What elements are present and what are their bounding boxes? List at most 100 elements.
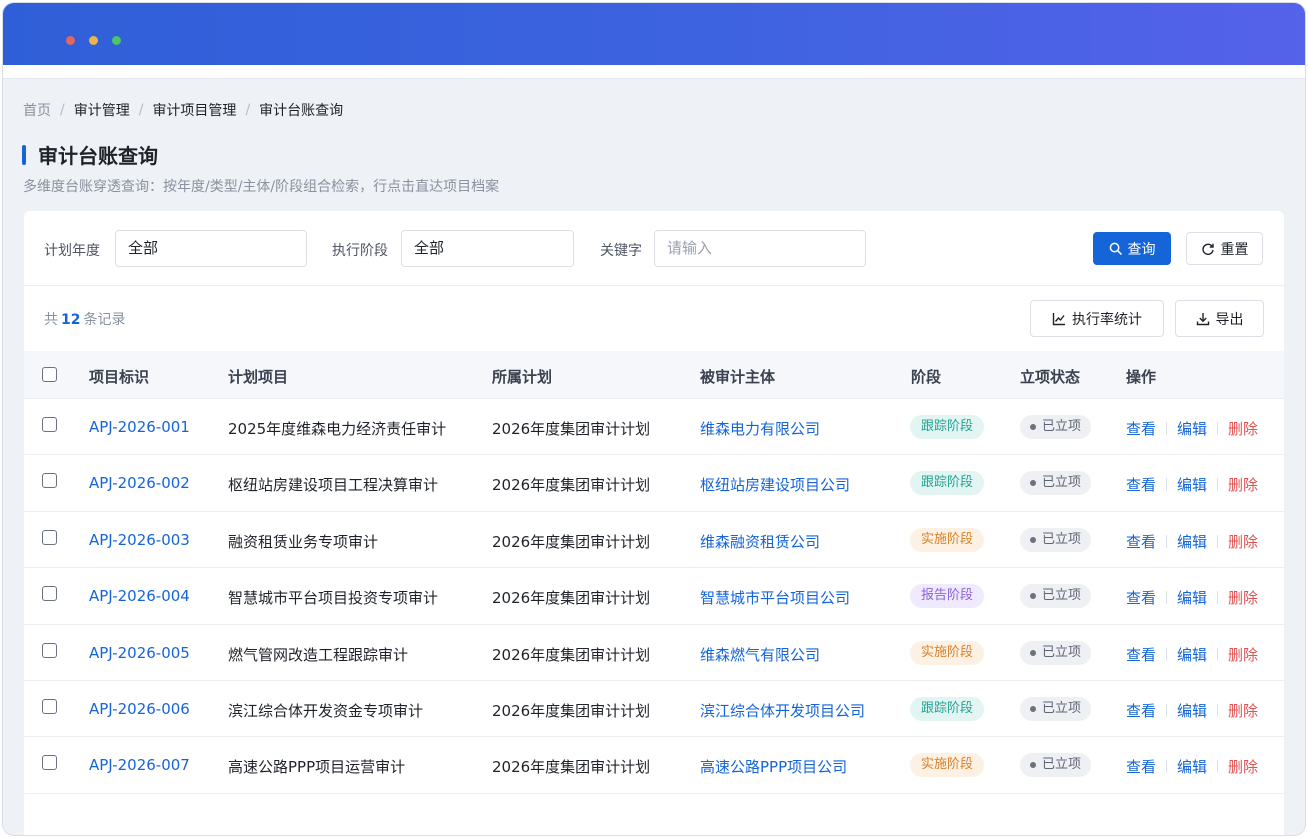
table-row[interactable]: APJ-2026-002 枢纽站房建设项目工程决算审计 2026年度集团审计计划 枢纽… <box>24 455 1284 512</box>
project-id-link[interactable]: APJ-2026-004 <box>89 587 190 605</box>
row-checkbox[interactable] <box>42 417 57 432</box>
stage-badge: 跟踪阶段 <box>910 415 985 439</box>
keyword-input[interactable]: 请输入 <box>654 230 866 267</box>
project-id-link[interactable]: APJ-2026-001 <box>89 418 190 436</box>
row-actions: 查看 编辑 删除 <box>1126 644 1258 665</box>
delete-action[interactable]: 删除 <box>1228 531 1258 552</box>
delete-action[interactable]: 删除 <box>1228 418 1258 439</box>
record-count-prefix: 共 <box>44 312 58 328</box>
status-label: 已立项 <box>1042 644 1082 660</box>
table-row[interactable]: APJ-2026-006 滨江综合体开发资金专项审计 2026年度集团审计计划 滨江综… <box>24 681 1284 738</box>
edit-action[interactable]: 编辑 <box>1177 474 1207 495</box>
delete-action[interactable]: 删除 <box>1228 644 1258 665</box>
row-checkbox[interactable] <box>42 642 57 658</box>
edit-action[interactable]: 编辑 <box>1177 644 1207 665</box>
edit-action[interactable]: 编辑 <box>1177 756 1207 777</box>
export-button[interactable]: 导出 <box>1175 300 1264 337</box>
view-action[interactable]: 查看 <box>1126 418 1156 439</box>
row-checkbox[interactable] <box>42 473 57 489</box>
status-dot <box>1030 649 1036 656</box>
row-actions: 查看 编辑 删除 <box>1126 418 1258 439</box>
project-id-link[interactable]: APJ-2026-002 <box>89 474 190 492</box>
project-id-link[interactable]: APJ-2026-003 <box>89 531 190 549</box>
refresh-icon <box>1201 242 1215 256</box>
view-action[interactable]: 查看 <box>1126 587 1156 608</box>
edit-action[interactable]: 编辑 <box>1177 531 1207 552</box>
status-dot <box>1030 424 1036 430</box>
maximize-window-dot[interactable] <box>112 36 121 45</box>
reset-button[interactable]: 重置 <box>1186 232 1263 265</box>
project-id-link[interactable]: APJ-2026-007 <box>89 756 190 774</box>
reset-button-label: 重置 <box>1220 241 1249 258</box>
page-heading: 审计台账查询 <box>22 140 158 169</box>
breadcrumb-home[interactable]: 首页 <box>23 100 51 120</box>
edit-action[interactable]: 编辑 <box>1177 700 1207 721</box>
status-dot <box>1030 593 1036 600</box>
audited-entity-link[interactable]: 高速公路PPP项目公司 <box>700 756 847 777</box>
select-all-checkbox[interactable] <box>42 367 57 382</box>
project-id-link[interactable]: APJ-2026-006 <box>89 700 190 718</box>
audited-entity-link[interactable]: 维森燃气有限公司 <box>700 644 820 665</box>
stage-filter-select[interactable]: 全部 <box>401 230 574 267</box>
delete-action[interactable]: 删除 <box>1228 700 1258 721</box>
breadcrumb-separator: / <box>60 102 65 118</box>
view-action[interactable]: 查看 <box>1126 756 1156 777</box>
stage-badge: 实施阶段 <box>910 640 985 665</box>
close-window-dot[interactable] <box>66 36 75 45</box>
minimize-window-dot[interactable] <box>89 36 98 45</box>
action-divider <box>1217 534 1219 548</box>
year-filter-select[interactable]: 全部 <box>115 230 307 267</box>
ledger-card: 计划年度 全部 执行阶段 全部 关键字 请输入 查询 重置 共 12 条记录 执… <box>24 211 1284 835</box>
table-row[interactable]: APJ-2026-004 智慧城市平台项目投资专项审计 2026年度集团审计计划 智慧… <box>24 568 1284 625</box>
view-action[interactable]: 查看 <box>1126 700 1156 721</box>
line-chart-icon <box>1052 312 1066 326</box>
query-button[interactable]: 查询 <box>1093 232 1171 265</box>
status-badge: 已立项 <box>1020 640 1092 665</box>
parent-plan-cell: 2026年度集团审计计划 <box>492 476 651 495</box>
top-strip <box>3 65 1305 79</box>
view-action[interactable]: 查看 <box>1126 474 1156 495</box>
status-label: 已立项 <box>1042 588 1082 604</box>
plan-project-cell: 滨江综合体开发资金专项审计 <box>228 701 424 720</box>
table-row[interactable]: APJ-2026-007 高速公路PPP项目运营审计 2026年度集团审计计划 高速公… <box>24 737 1284 794</box>
row-checkbox[interactable] <box>42 586 57 602</box>
plan-project-cell: 高速公路PPP项目运营审计 <box>228 758 406 777</box>
table-row[interactable]: APJ-2026-003 融资租赁业务专项审计 2026年度集团审计计划 维森融资租赁… <box>24 512 1284 569</box>
status-badge: 已立项 <box>1020 753 1092 778</box>
audited-entity-link[interactable]: 维森电力有限公司 <box>700 418 820 439</box>
status-label: 已立项 <box>1042 531 1082 547</box>
edit-action[interactable]: 编辑 <box>1177 587 1207 608</box>
execution-rate-stats-button[interactable]: 执行率统计 <box>1030 300 1164 337</box>
action-divider <box>1166 478 1168 492</box>
execution-rate-stats-label: 执行率统计 <box>1072 311 1142 328</box>
row-checkbox[interactable] <box>42 698 57 714</box>
main-content: 首页 / 审计管理 / 审计项目管理 / 审计台账查询 审计台账查询 多维度台账… <box>3 81 1305 835</box>
parent-plan-cell: 2026年度集团审计计划 <box>492 758 651 777</box>
breadcrumb-audit-management[interactable]: 审计管理 <box>74 100 130 120</box>
audited-entity-link[interactable]: 枢纽站房建设项目公司 <box>700 474 850 495</box>
header-stage: 阶段 <box>911 368 942 386</box>
row-checkbox[interactable] <box>42 529 57 545</box>
audited-entity-link[interactable]: 维森融资租赁公司 <box>700 531 820 552</box>
view-action[interactable]: 查看 <box>1126 644 1156 665</box>
delete-action[interactable]: 删除 <box>1228 474 1258 495</box>
breadcrumb-audit-project-management[interactable]: 审计项目管理 <box>152 100 236 120</box>
stage-badge: 实施阶段 <box>910 527 985 552</box>
view-action[interactable]: 查看 <box>1126 531 1156 552</box>
audited-entity-link[interactable]: 智慧城市平台项目公司 <box>700 587 850 608</box>
stage-badge: 实施阶段 <box>910 753 985 778</box>
year-filter-label: 计划年度 <box>44 243 100 259</box>
stage-badge: 报告阶段 <box>910 584 985 609</box>
project-id-link[interactable]: APJ-2026-005 <box>89 644 190 662</box>
row-checkbox[interactable] <box>42 755 57 771</box>
status-badge: 已立项 <box>1020 696 1092 721</box>
edit-action[interactable]: 编辑 <box>1177 418 1207 439</box>
breadcrumb: 首页 / 审计管理 / 审计项目管理 / 审计台账查询 <box>23 100 343 120</box>
action-divider <box>1166 591 1168 605</box>
table-row[interactable]: APJ-2026-001 2025年度维森电力经济责任审计 2026年度集团审计计划… <box>24 399 1284 456</box>
action-divider <box>1217 591 1219 605</box>
delete-action[interactable]: 删除 <box>1228 587 1258 608</box>
audited-entity-link[interactable]: 滨江综合体开发项目公司 <box>700 700 865 721</box>
delete-action[interactable]: 删除 <box>1228 756 1258 777</box>
table-row[interactable]: APJ-2026-005 燃气管网改造工程跟踪审计 2026年度集团审计计划 维森燃气… <box>24 625 1284 681</box>
